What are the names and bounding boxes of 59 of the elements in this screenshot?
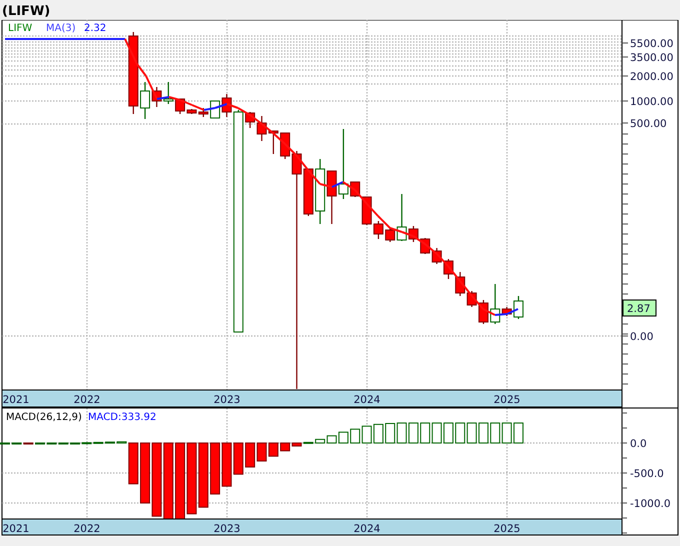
histogram-bar <box>268 442 278 457</box>
axis-label: -500.0 <box>630 468 664 480</box>
date-label: 2025 <box>494 523 520 535</box>
legend-label: MACD:333.92 <box>88 412 156 423</box>
date-label: 2021 <box>2 523 30 535</box>
axis-label: 500.00 <box>630 118 667 130</box>
legend-label: MACD(26,12,9) <box>6 412 82 423</box>
date-label: 2022 <box>74 523 100 535</box>
legend-label: MA(3) <box>46 23 76 34</box>
histogram-bar <box>513 422 524 444</box>
histogram-bar <box>385 423 396 444</box>
axis-label: 3500.00 <box>630 52 674 64</box>
date-label: 2023 <box>214 523 240 535</box>
histogram-bar <box>455 422 466 444</box>
histogram-bar <box>362 426 372 444</box>
histogram-bar <box>443 422 454 444</box>
histogram-bar <box>408 422 418 444</box>
axis-label: -1000.0 <box>630 498 671 510</box>
histogram-bar <box>396 422 407 444</box>
date-label: 2025 <box>494 394 520 406</box>
legend-label: 2.32 <box>84 23 106 34</box>
histogram-bar <box>350 428 360 444</box>
date-label: 2024 <box>354 394 380 406</box>
last-price-label: 2.87 <box>622 300 656 316</box>
legend-label: LIFW <box>8 23 32 34</box>
date-label: 2024 <box>354 523 380 535</box>
axis-label: 0.0 <box>630 438 647 450</box>
histogram-bar <box>432 422 442 444</box>
histogram-bar <box>478 422 488 444</box>
histogram-bar <box>186 442 197 514</box>
histogram-bar <box>198 442 208 508</box>
histogram-bar <box>233 442 244 475</box>
axis-label: 1000.00 <box>630 96 674 108</box>
histogram-bar <box>210 442 220 494</box>
date-label: 2023 <box>214 394 240 406</box>
chart-title: (LIFW) <box>1 4 50 20</box>
histogram-bar <box>338 432 348 444</box>
candlestick <box>432 248 442 264</box>
histogram-bar <box>373 424 384 444</box>
candlestick <box>315 159 326 224</box>
histogram-bar <box>256 442 267 462</box>
histogram-bar <box>466 422 477 444</box>
candlestick <box>326 170 337 224</box>
histogram-bar <box>490 422 500 444</box>
histogram-bar <box>245 442 256 468</box>
histogram-bar <box>140 442 150 504</box>
axis-label: 5500.00 <box>630 38 674 50</box>
histogram-bar <box>502 422 512 444</box>
candlestick <box>338 129 348 199</box>
axis-label: 0.00 <box>630 331 654 343</box>
candlestick <box>443 259 454 279</box>
axis-label: 2000.00 <box>630 71 674 83</box>
candlestick <box>210 100 220 118</box>
histogram-bar <box>222 442 232 487</box>
date-label: 2021 <box>2 394 30 406</box>
date-label: 2022 <box>74 394 100 406</box>
histogram-bar <box>420 422 430 444</box>
candlestick <box>163 82 174 104</box>
candlestick <box>268 130 278 154</box>
